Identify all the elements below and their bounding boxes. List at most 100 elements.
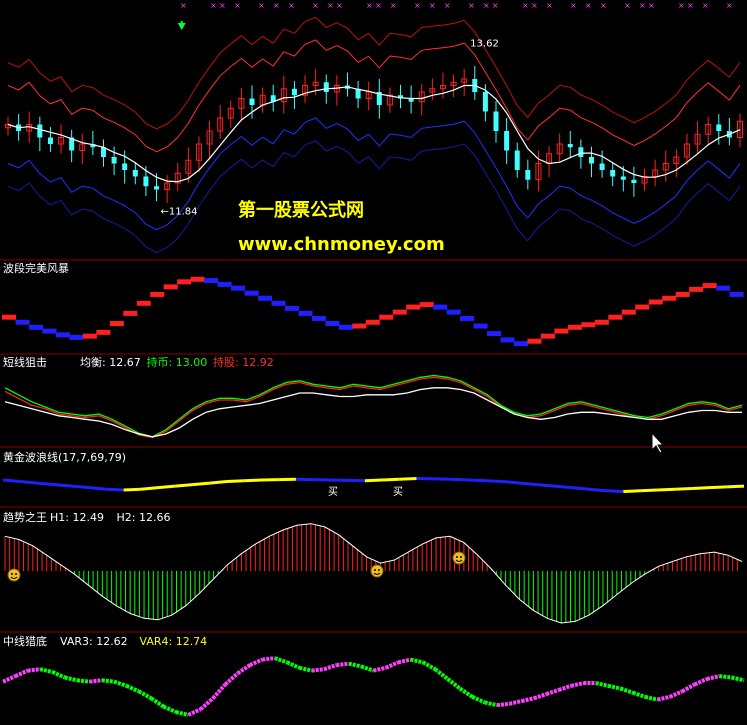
wave-step-block: [540, 333, 555, 339]
wave-step-block: [419, 302, 434, 308]
mid-wave-segment: [101, 678, 115, 684]
mid-wave-segment: [397, 657, 411, 665]
signal-x-mark: ×: [390, 1, 397, 10]
mid-wave-segment: [274, 656, 288, 665]
signal-x-mark: ×: [639, 1, 646, 10]
golden-wave-segment: [157, 484, 176, 490]
wave-step-block: [2, 314, 17, 320]
wave-step-block: [42, 328, 57, 334]
wave-step-block: [460, 315, 475, 321]
golden-wave-segment: [123, 487, 141, 492]
wave-panel-label: 波段完美风暴: [3, 261, 69, 275]
candle-body-down: [143, 176, 149, 187]
mid-wave-segment: [125, 683, 140, 694]
golden-wave-segment: [399, 476, 417, 481]
candle-body-down: [567, 144, 573, 148]
wave-step-block: [311, 315, 326, 321]
golden-wave-segment: [571, 486, 590, 491]
smiley-eye: [378, 569, 380, 571]
golden-wave-segment: [640, 488, 658, 493]
watermark-title: 第一股票公式网: [238, 199, 364, 221]
mid-wave-segment: [657, 694, 671, 702]
golden-wave-segment: [54, 483, 73, 488]
signal-x-mark: ×: [327, 1, 334, 10]
candle-body-down: [504, 131, 510, 151]
moving-average-line: [7, 84, 741, 183]
candle-body-down: [599, 163, 605, 170]
wave-step-block: [379, 314, 394, 320]
golden-wave-segment: [209, 480, 228, 485]
mid-wave-segment: [348, 661, 362, 669]
candle-body-down: [132, 170, 138, 177]
wave-step-block: [15, 319, 30, 325]
signal-x-mark: ×: [531, 1, 538, 10]
signal-x-mark: ×: [702, 1, 709, 10]
mouse-cursor-icon: [651, 431, 665, 454]
signal-x-mark: ×: [492, 1, 499, 10]
wave-step-block: [177, 279, 192, 285]
mid-wave-segment: [175, 710, 189, 717]
mid-wave-segment: [619, 686, 634, 695]
wave-step-block: [487, 331, 502, 337]
candle-body-down: [631, 179, 637, 183]
mid-wave-segment: [2, 674, 17, 684]
mid-wave-segment: [113, 679, 128, 688]
mid-legend-1: VAR4: 12.74: [140, 635, 208, 648]
candle-body-down: [122, 163, 128, 170]
wave-step-block: [513, 341, 529, 347]
mid-wave-segment: [199, 696, 215, 711]
golden-wave-segment: [71, 484, 90, 490]
signal-x-mark: ×: [687, 1, 694, 10]
mid-wave-segment: [64, 675, 78, 683]
mid-wave-segment: [14, 668, 29, 678]
wave-step-block: [325, 321, 340, 326]
mid-wave-segment: [607, 683, 621, 691]
mid-wave-segment: [211, 683, 227, 700]
wave-step-block: [257, 295, 273, 301]
wave-step-block: [729, 291, 744, 297]
candle-body-down: [620, 176, 626, 180]
signal-x-mark: ×: [288, 1, 295, 10]
signal-x-mark: ×: [273, 1, 280, 10]
smiley-eye: [460, 556, 462, 558]
mid-wave-segment: [471, 695, 486, 705]
short-legend-2: 持股: 12.92: [213, 355, 274, 369]
signal-x-mark: ×: [678, 1, 685, 10]
wave-step-block: [581, 322, 596, 328]
golden-wave-segment: [726, 484, 745, 489]
signal-x-mark: ×: [414, 1, 421, 10]
candle-body-down: [47, 137, 53, 144]
signal-x-mark: ×: [600, 1, 607, 10]
short-series-line-0: [4, 374, 743, 438]
mid-wave-segment: [731, 675, 745, 683]
mid-wave-segment: [311, 667, 325, 673]
wave-step-block: [716, 285, 731, 291]
mid-wave-segment: [533, 692, 548, 701]
trend-legend-1: H2: 12.66: [117, 511, 171, 524]
trend-legend-0: H1: 12.49: [50, 511, 104, 524]
mid-wave-segment: [76, 678, 90, 684]
golden-wave-segment: [692, 486, 710, 490]
candle-body-down: [37, 124, 43, 138]
golden-wave-segment: [450, 477, 469, 482]
mid-wave-segment: [632, 690, 646, 699]
watermark-url: www.chnmoney.com: [238, 234, 445, 255]
trend-king-panel: 趋势之王 H1: 12.49 H2: 12.66: [3, 510, 743, 624]
mid-wave-segment: [545, 688, 560, 697]
candle-body-down: [525, 170, 531, 180]
wave-step-block: [55, 332, 70, 338]
mid-wave-segment: [719, 674, 732, 680]
mid-wave-segment: [39, 667, 53, 674]
wave-step-block: [284, 305, 299, 311]
mid-wave-segment: [421, 660, 437, 671]
upper-band-outer: [7, 16, 741, 130]
mid-wave-segment: [644, 694, 658, 702]
signal-x-mark: ×: [483, 1, 490, 10]
golden-wave-segment: [20, 480, 38, 485]
signal-x-mark: ×: [336, 1, 343, 10]
golden-wave-segment: [554, 484, 572, 490]
candle-body-down: [154, 186, 160, 190]
mid-wave-segment: [286, 660, 301, 670]
buy-signal-1: 买: [393, 486, 403, 498]
wave-step-block: [608, 314, 623, 320]
